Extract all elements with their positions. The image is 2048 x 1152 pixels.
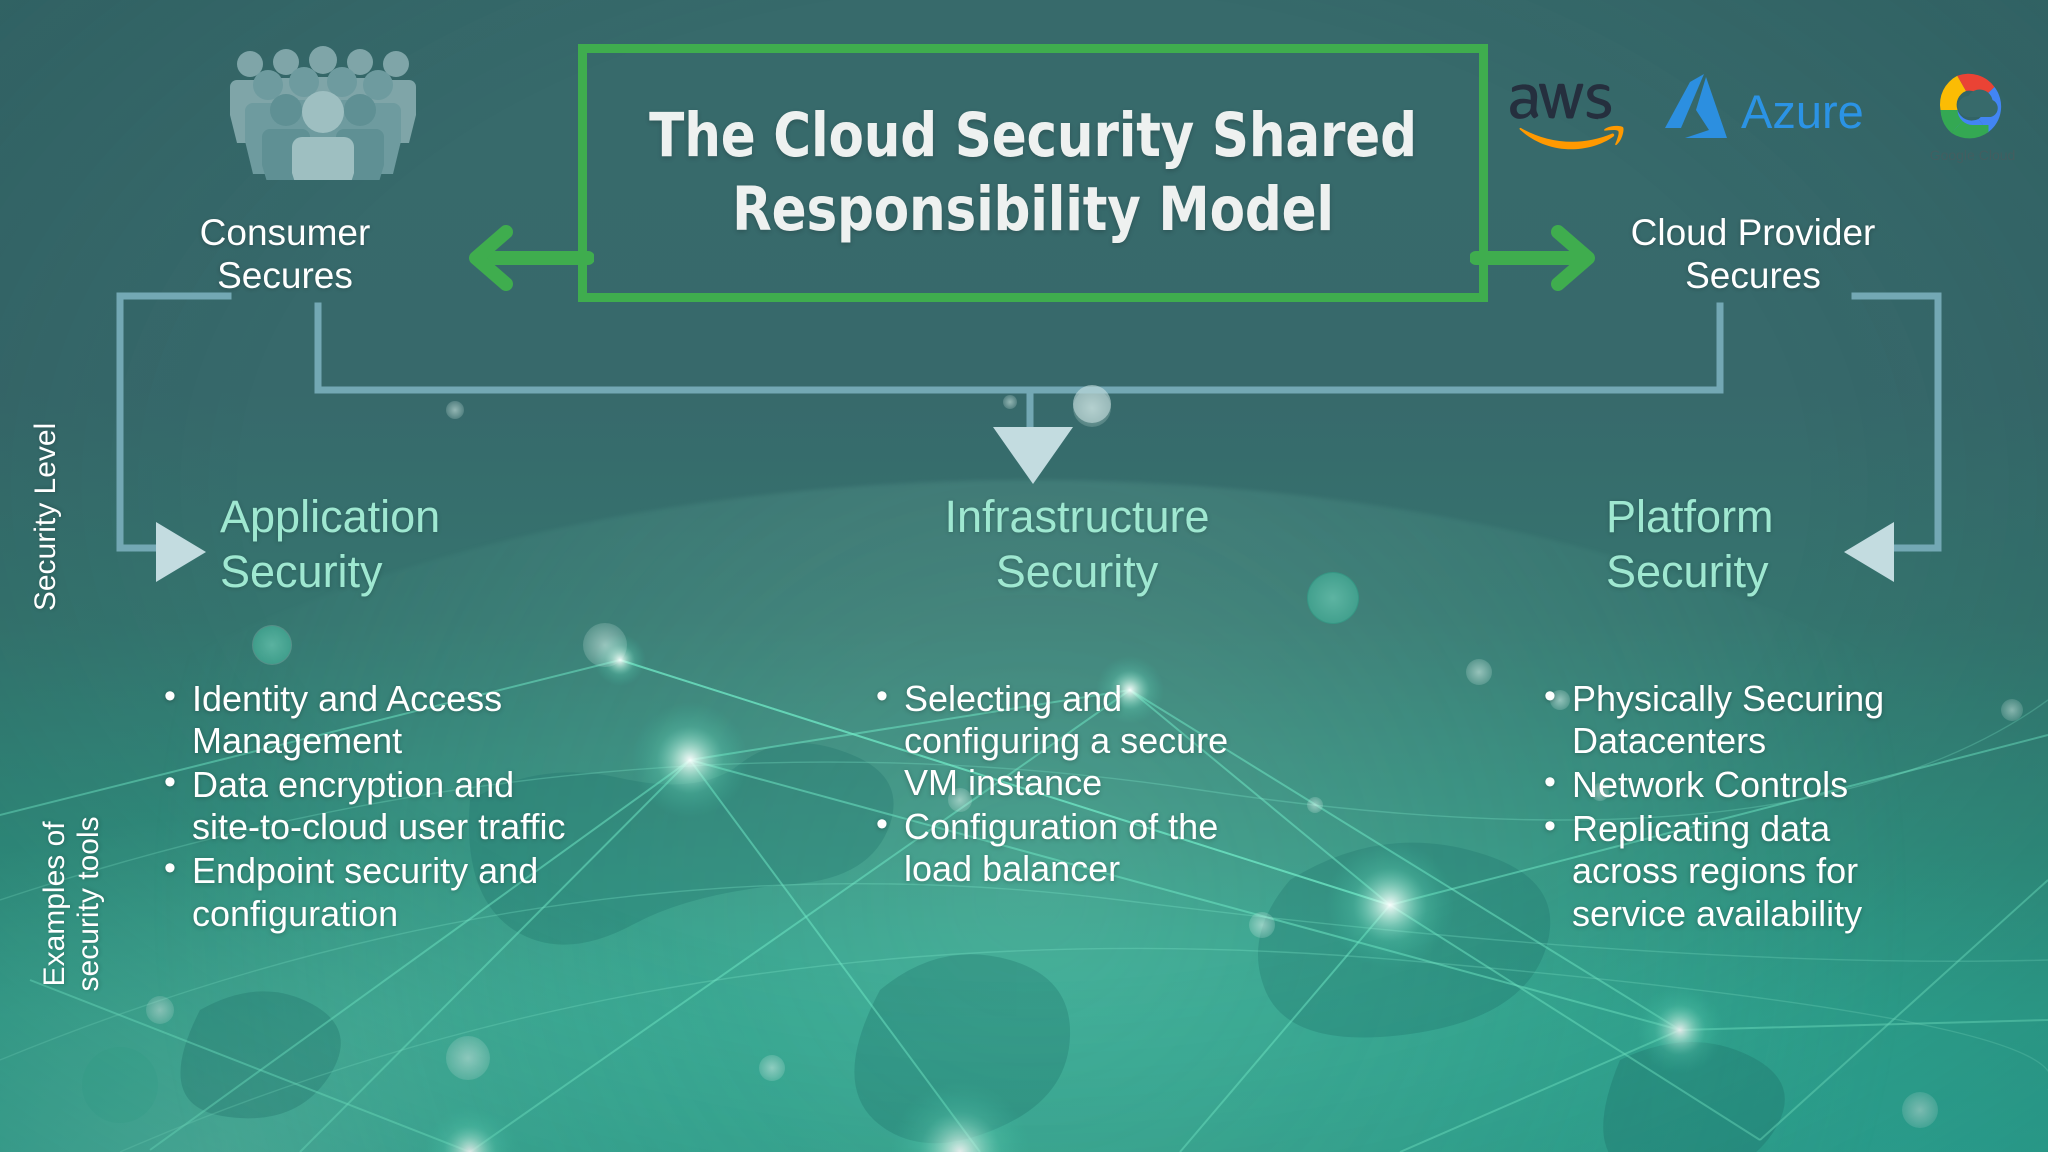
title-box: The Cloud Security Shared Responsibility…	[578, 44, 1488, 302]
people-group-icon	[230, 46, 416, 180]
svg-text:Azure: Azure	[1741, 85, 1864, 138]
column-heading-infrastructure: Infrastructure Security	[944, 491, 1210, 597]
list-item: Data encryption and site-to-cloud user t…	[160, 763, 590, 848]
axis-label-examples: Examples of security tools	[38, 816, 105, 992]
list-item: Physically Securing Datacenters	[1540, 677, 1940, 762]
google-cloud-logo: Google Cloud	[1930, 73, 2016, 163]
list-item: Configuration of the load balancer	[872, 805, 1272, 890]
arrow-down-infrastructure-icon	[993, 427, 1073, 484]
bullet-list-application: Identity and Access Management Data encr…	[160, 677, 590, 937]
arrow-left-consumer-icon	[469, 225, 594, 291]
svg-text:Google Cloud: Google Cloud	[1930, 147, 2016, 163]
azure-logo: Azure	[1665, 74, 1864, 138]
list-item: Replicating data across regions for serv…	[1540, 807, 1940, 934]
aws-logo	[1510, 83, 1624, 150]
infographic-canvas: The Cloud Security Shared Responsibility…	[0, 0, 2048, 1152]
consumer-secures-label: Consumer Secures	[199, 212, 371, 296]
arrow-right-application-icon	[156, 522, 206, 582]
arrow-right-provider-icon	[1470, 225, 1595, 291]
page-title: The Cloud Security Shared Responsibility…	[649, 99, 1417, 245]
provider-secures-label: Cloud Provider Secures	[1630, 212, 1876, 296]
column-heading-platform: Platform Security	[1606, 491, 1774, 597]
cloud-provider-logos: Azure Google Cloud	[1500, 48, 2020, 176]
column-platform: Platform Security	[1600, 490, 2020, 600]
axis-label-security-level: Security Level	[29, 422, 63, 612]
list-item: Network Controls	[1540, 763, 1940, 806]
bullet-list-platform: Physically Securing Datacenters Network …	[1540, 677, 1940, 937]
list-item: Identity and Access Management	[160, 677, 590, 762]
list-item: Endpoint security and configuration	[160, 849, 590, 934]
column-application: Application Security	[214, 490, 674, 600]
list-item: Selecting and configuring a secure VM in…	[872, 677, 1272, 804]
bullet-list-infrastructure: Selecting and configuring a secure VM in…	[872, 677, 1272, 893]
column-infrastructure: Infrastructure Security	[862, 490, 1292, 600]
column-heading-application: Application Security	[220, 491, 441, 597]
